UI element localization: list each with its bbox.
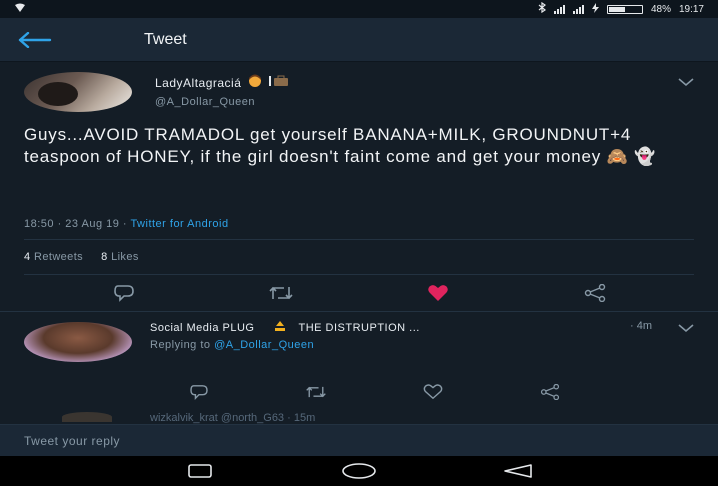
reply-time: · 4m	[630, 320, 652, 332]
heart-filled-icon	[427, 285, 448, 301]
retweet-icon	[305, 386, 326, 398]
display-name: LadyAltagraciá	[155, 75, 242, 90]
chevron-down-icon	[678, 78, 694, 87]
system-back-button[interactable]	[498, 459, 538, 483]
charging-icon	[591, 2, 599, 16]
status-bar: 48% 19:17	[0, 0, 718, 18]
battery-percent: 48%	[650, 3, 671, 15]
signal-strength-icon-1	[553, 4, 565, 14]
timestamp: 18:50 · 23 Aug 19 ·	[24, 218, 131, 230]
chevron-down-icon	[678, 324, 694, 333]
app-bar: Tweet	[0, 18, 718, 62]
retweet-button[interactable]	[298, 378, 334, 406]
triangle-back-icon	[504, 464, 533, 478]
next-reply-partial[interactable]: wizkalvik_krat @north_G63 · 15m	[150, 412, 315, 424]
retweets-stat[interactable]: 4 Retweets	[24, 251, 83, 263]
system-navigation-bar	[0, 456, 718, 486]
share-button[interactable]	[532, 378, 568, 406]
person-emoji-icon	[247, 74, 263, 91]
divider	[24, 274, 694, 275]
retweet-icon	[268, 286, 293, 300]
replying-to: Replying to @A_Dollar_Queen	[150, 339, 315, 351]
second-display-name: THE DISTRUPTION ...	[298, 321, 420, 334]
tweet-menu-button[interactable]	[678, 74, 694, 90]
reply-icon	[113, 285, 134, 302]
recents-button[interactable]	[180, 459, 220, 483]
tweet-stats: 4 Retweets 8 Likes	[24, 251, 139, 263]
reply-button[interactable]	[106, 279, 142, 307]
compose-placeholder: Tweet your reply	[24, 433, 121, 448]
like-button[interactable]	[420, 279, 456, 307]
reply-icon	[189, 385, 208, 400]
like-button[interactable]	[415, 378, 451, 406]
tweet-meta: 18:50 · 23 Aug 19 · Twitter for Android	[24, 218, 229, 230]
app-notification-icon	[14, 3, 26, 16]
retweet-button[interactable]	[263, 279, 299, 307]
share-icon	[584, 284, 605, 302]
home-button[interactable]	[339, 459, 379, 483]
top-badge-icon	[271, 320, 289, 335]
reply-author[interactable]: Social Media PLUG THE DISTRUPTION ...	[150, 320, 420, 335]
signal-strength-icon-2	[572, 4, 584, 14]
page-title: Tweet	[144, 30, 187, 48]
square-icon	[187, 464, 212, 478]
handle[interactable]: @A_Dollar_Queen	[155, 96, 255, 108]
reply-tweet[interactable]: Social Media PLUG THE DISTRUPTION ... · …	[0, 312, 718, 418]
client-link[interactable]: Twitter for Android	[130, 218, 228, 230]
display-name: Social Media PLUG	[150, 321, 255, 334]
avatar[interactable]	[62, 412, 112, 422]
battery-icon	[606, 4, 643, 14]
clock: 19:17	[678, 3, 704, 15]
tweet-text: Guys...AVOID TRAMADOL get yourself BANAN…	[24, 125, 657, 166]
back-button[interactable]	[0, 18, 70, 62]
circle-icon	[342, 463, 376, 479]
reply-compose-field[interactable]: Tweet your reply	[0, 424, 718, 456]
tweet-author[interactable]: LadyAltagraciá	[155, 74, 289, 91]
avatar[interactable]	[24, 322, 132, 362]
divider	[24, 239, 694, 240]
main-tweet[interactable]: LadyAltagraciá @A_Dollar_Queen Guys...AV…	[0, 62, 718, 312]
reply-button[interactable]	[181, 378, 217, 406]
likes-stat[interactable]: 8 Likes	[101, 251, 139, 263]
avatar[interactable]	[24, 72, 132, 112]
tweet-actions	[0, 279, 718, 307]
replying-handle-link[interactable]: @A_Dollar_Queen	[214, 339, 314, 351]
briefcase-emoji-icon	[269, 75, 289, 90]
bluetooth-icon	[538, 1, 546, 16]
share-icon	[540, 384, 559, 400]
arrow-left-icon	[18, 31, 52, 48]
heart-outline-icon	[423, 384, 442, 400]
reply-menu-button[interactable]	[678, 320, 694, 336]
share-button[interactable]	[577, 279, 613, 307]
reply-actions	[0, 378, 718, 406]
